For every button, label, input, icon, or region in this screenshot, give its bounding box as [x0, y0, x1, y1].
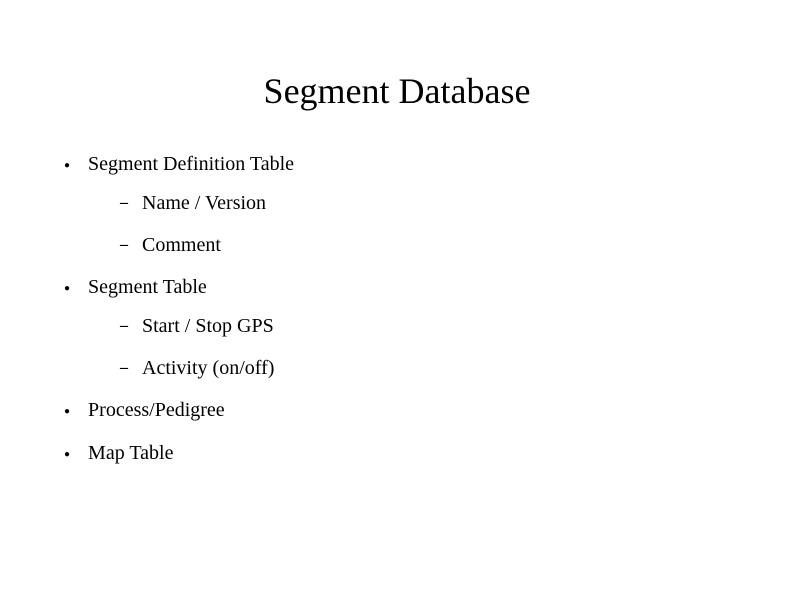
list-item: ● Segment Table — [60, 275, 734, 300]
list-item-text: Segment Table — [88, 275, 207, 299]
sub-list: – Name / Version – Comment — [120, 191, 734, 257]
sub-list: – Start / Stop GPS – Activity (on/off) — [120, 314, 734, 380]
sub-list-item: – Start / Stop GPS — [120, 314, 734, 338]
sub-item-text: Name / Version — [142, 191, 266, 215]
dash-icon: – — [120, 233, 128, 257]
list-item-text: Segment Definition Table — [88, 152, 294, 176]
bullet-icon: ● — [64, 401, 70, 423]
sub-list-item: – Name / Version — [120, 191, 734, 215]
bullet-icon: ● — [64, 444, 70, 466]
list-item-text: Process/Pedigree — [88, 398, 225, 422]
sub-item-text: Activity (on/off) — [142, 356, 274, 380]
sub-list-item: – Activity (on/off) — [120, 356, 734, 380]
dash-icon: – — [120, 314, 128, 338]
slide-title: Segment Database — [60, 70, 734, 112]
list-item: ● Process/Pedigree — [60, 398, 734, 423]
sub-item-text: Start / Stop GPS — [142, 314, 274, 338]
dash-icon: – — [120, 191, 128, 215]
bullet-icon: ● — [64, 278, 70, 300]
dash-icon: – — [120, 356, 128, 380]
sub-list-item: – Comment — [120, 233, 734, 257]
list-item: ● Map Table — [60, 441, 734, 466]
main-list: ● Segment Definition Table – Name / Vers… — [60, 152, 734, 466]
bullet-icon: ● — [64, 155, 70, 177]
sub-item-text: Comment — [142, 233, 221, 257]
list-item-text: Map Table — [88, 441, 173, 465]
list-item: ● Segment Definition Table — [60, 152, 734, 177]
